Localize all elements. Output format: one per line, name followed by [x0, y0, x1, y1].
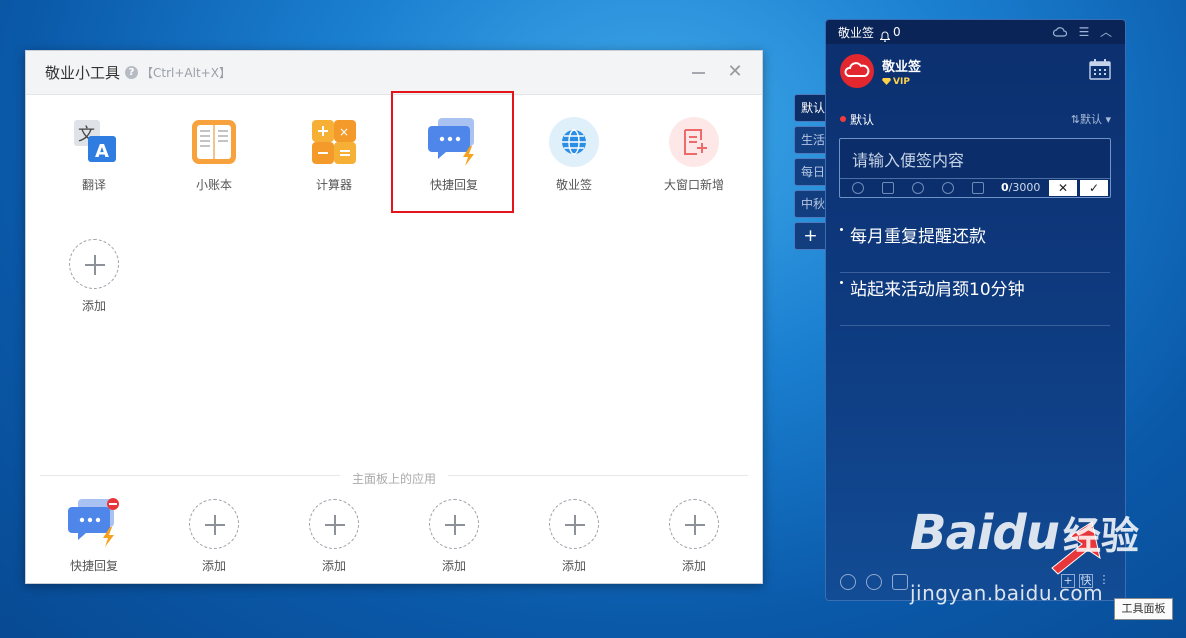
clock-icon[interactable] [852, 182, 864, 194]
audio-icon[interactable] [912, 182, 924, 194]
panel-title: 敬业签 [838, 25, 875, 40]
svg-text:×: × [339, 125, 349, 139]
svg-text:A: A [95, 141, 109, 162]
category-name: 默认 [850, 113, 875, 127]
note-item[interactable]: 每月重复提醒还款 [840, 220, 1110, 273]
calculator-icon: × [308, 116, 360, 168]
note-item[interactable]: 站起来活动肩颈10分钟 [840, 273, 1110, 326]
note-input-box[interactable]: 请输入便签内容 0/3000 ✕ ✓ [839, 138, 1111, 198]
tab-default[interactable]: 默认 [794, 94, 826, 122]
tool-label: 敬业签 [555, 178, 592, 192]
tools-window-titlebar: 敬业小工具 ? 【Ctrl+Alt+X】 ✕ [26, 51, 762, 95]
note-text: 站起来活动肩颈10分钟 [850, 280, 1025, 300]
add-label: 添加 [81, 299, 106, 313]
confirm-button[interactable]: ✓ [1080, 180, 1108, 196]
char-counter: 0/3000 [1001, 181, 1040, 194]
category-dot [840, 116, 846, 122]
plus-icon [669, 499, 719, 549]
note-input-placeholder: 请输入便签内容 [852, 151, 965, 170]
collapse-icon[interactable]: ︿ [1099, 25, 1113, 39]
char-limit: /3000 [1008, 181, 1041, 194]
cloud-sync-icon[interactable] [1052, 25, 1068, 39]
tool-label: 大窗口新增 [663, 178, 724, 192]
tooltip: 工具面板 [1114, 598, 1173, 620]
tool-big-window-add[interactable]: 大窗口新增 [634, 116, 754, 193]
diamond-icon [882, 78, 891, 85]
main-app-add[interactable]: 添加 [154, 499, 274, 574]
add-tool-button[interactable]: 添加 [34, 239, 154, 314]
tool-calculator[interactable]: × 计算器 [274, 116, 394, 193]
contacts-icon[interactable] [840, 574, 856, 590]
tab-daily[interactable]: 每日 [794, 158, 826, 186]
plus-icon [69, 239, 119, 289]
shortcut-hint: 【Ctrl+Alt+X】 [141, 66, 231, 80]
vip-label: VIP [893, 76, 910, 87]
plus-icon [309, 499, 359, 549]
add-label: 添加 [561, 559, 586, 573]
plus-icon [549, 499, 599, 549]
add-label: 添加 [681, 559, 706, 573]
panel-titlebar: 敬业签 0 ☰ ︿ [826, 20, 1125, 44]
sort-dropdown[interactable]: ⇅默认 ▾ [1071, 111, 1111, 127]
globe-icon [548, 116, 600, 168]
category-tabs: 默认 生活 每日 中秋 + [794, 94, 826, 254]
close-button[interactable]: ✕ [726, 63, 744, 81]
vip-badge: VIP [882, 77, 921, 87]
bottom-toolbar [840, 574, 908, 590]
user-header: 敬业签 VIP [840, 54, 921, 88]
add-label: 添加 [201, 559, 226, 573]
add-label: 添加 [321, 559, 346, 573]
main-app-quick-reply[interactable]: 快捷回复 [34, 497, 154, 574]
image-icon[interactable] [882, 182, 894, 194]
notification-count: 0 [893, 25, 901, 39]
format-icon[interactable] [972, 182, 984, 194]
tool-label: 计算器 [315, 178, 352, 192]
plus-icon [189, 499, 239, 549]
note-add-icon [668, 116, 720, 168]
sticky-note-panel: 敬业签 0 ☰ ︿ 敬业签 VIP 默认 ⇅默认 ▾ 请输入便签内容 0/300… [825, 19, 1126, 601]
section-label: 主面板上的应用 [339, 472, 448, 486]
tool-translate[interactable]: 文 A 翻译 [34, 116, 154, 193]
search-icon[interactable] [866, 574, 882, 590]
tool-label: 快捷回复 [69, 559, 118, 573]
help-icon[interactable]: ? [125, 66, 139, 79]
quick-reply-icon [68, 497, 120, 549]
cancel-button[interactable]: ✕ [1049, 180, 1077, 196]
tab-mid-autumn[interactable]: 中秋 [794, 190, 826, 218]
calendar-icon[interactable] [1089, 59, 1111, 80]
bell-icon[interactable] [879, 27, 891, 42]
tab-life[interactable]: 生活 [794, 126, 826, 154]
plus-icon [429, 499, 479, 549]
sort-label: 默认 [1079, 113, 1102, 126]
tool-ledger[interactable]: 小账本 [154, 116, 274, 193]
attachment-icon[interactable] [942, 182, 954, 194]
ledger-icon [188, 116, 240, 168]
annotation-arrow [1040, 520, 1106, 580]
tools-window: 敬业小工具 ? 【Ctrl+Alt+X】 ✕ 文 A 翻译 小账本 × 计算器 … [25, 50, 763, 584]
char-count: 0 [1001, 181, 1009, 194]
main-app-add[interactable]: 添加 [514, 499, 634, 574]
tool-label: 小账本 [195, 178, 232, 192]
avatar[interactable] [840, 54, 874, 88]
add-label: 添加 [441, 559, 466, 573]
highlight-box [391, 91, 514, 213]
add-tab-button[interactable]: + [794, 222, 826, 250]
user-name: 敬业签 [882, 59, 922, 75]
minimize-button[interactable] [690, 63, 708, 81]
main-app-add[interactable]: 添加 [394, 499, 514, 574]
translate-icon: 文 A [68, 116, 120, 168]
menu-icon[interactable]: ☰ [1077, 25, 1091, 39]
tool-label: 翻译 [81, 178, 106, 192]
tools-window-title: 敬业小工具 [45, 64, 121, 82]
category-row: 默认 ⇅默认 ▾ [840, 111, 1111, 127]
notes-icon[interactable] [892, 574, 908, 590]
tool-jingyeqian[interactable]: 敬业签 [514, 116, 634, 193]
input-toolbar: 0/3000 ✕ ✓ [840, 178, 1110, 197]
main-app-add[interactable]: 添加 [274, 499, 394, 574]
note-text: 每月重复提醒还款 [850, 227, 986, 247]
main-app-add[interactable]: 添加 [634, 499, 754, 574]
